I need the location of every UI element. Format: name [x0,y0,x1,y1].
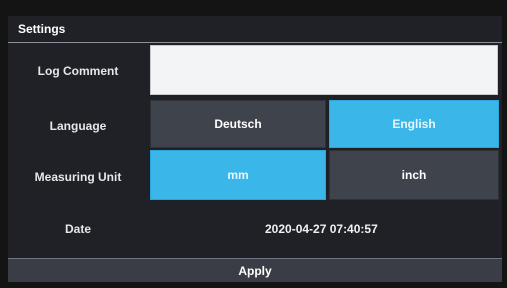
date-value: 2020-04-27 07:40:57 [265,222,378,236]
language-option-english[interactable]: English [329,100,499,148]
unit-option-inch[interactable]: inch [329,150,499,200]
unit-option-mm[interactable]: mm [150,150,326,200]
title-bar: Settings [8,16,502,43]
language-label: Language [49,119,107,133]
apply-button[interactable]: Apply [8,258,502,282]
window-title: Settings [18,22,66,36]
log-comment-input[interactable] [150,45,498,95]
date-label: Date [64,222,91,236]
language-option-deutsch[interactable]: Deutsch [150,100,326,148]
log-comment-label: Log Comment [37,64,119,78]
measuring-unit-label: Measuring Unit [34,170,122,184]
